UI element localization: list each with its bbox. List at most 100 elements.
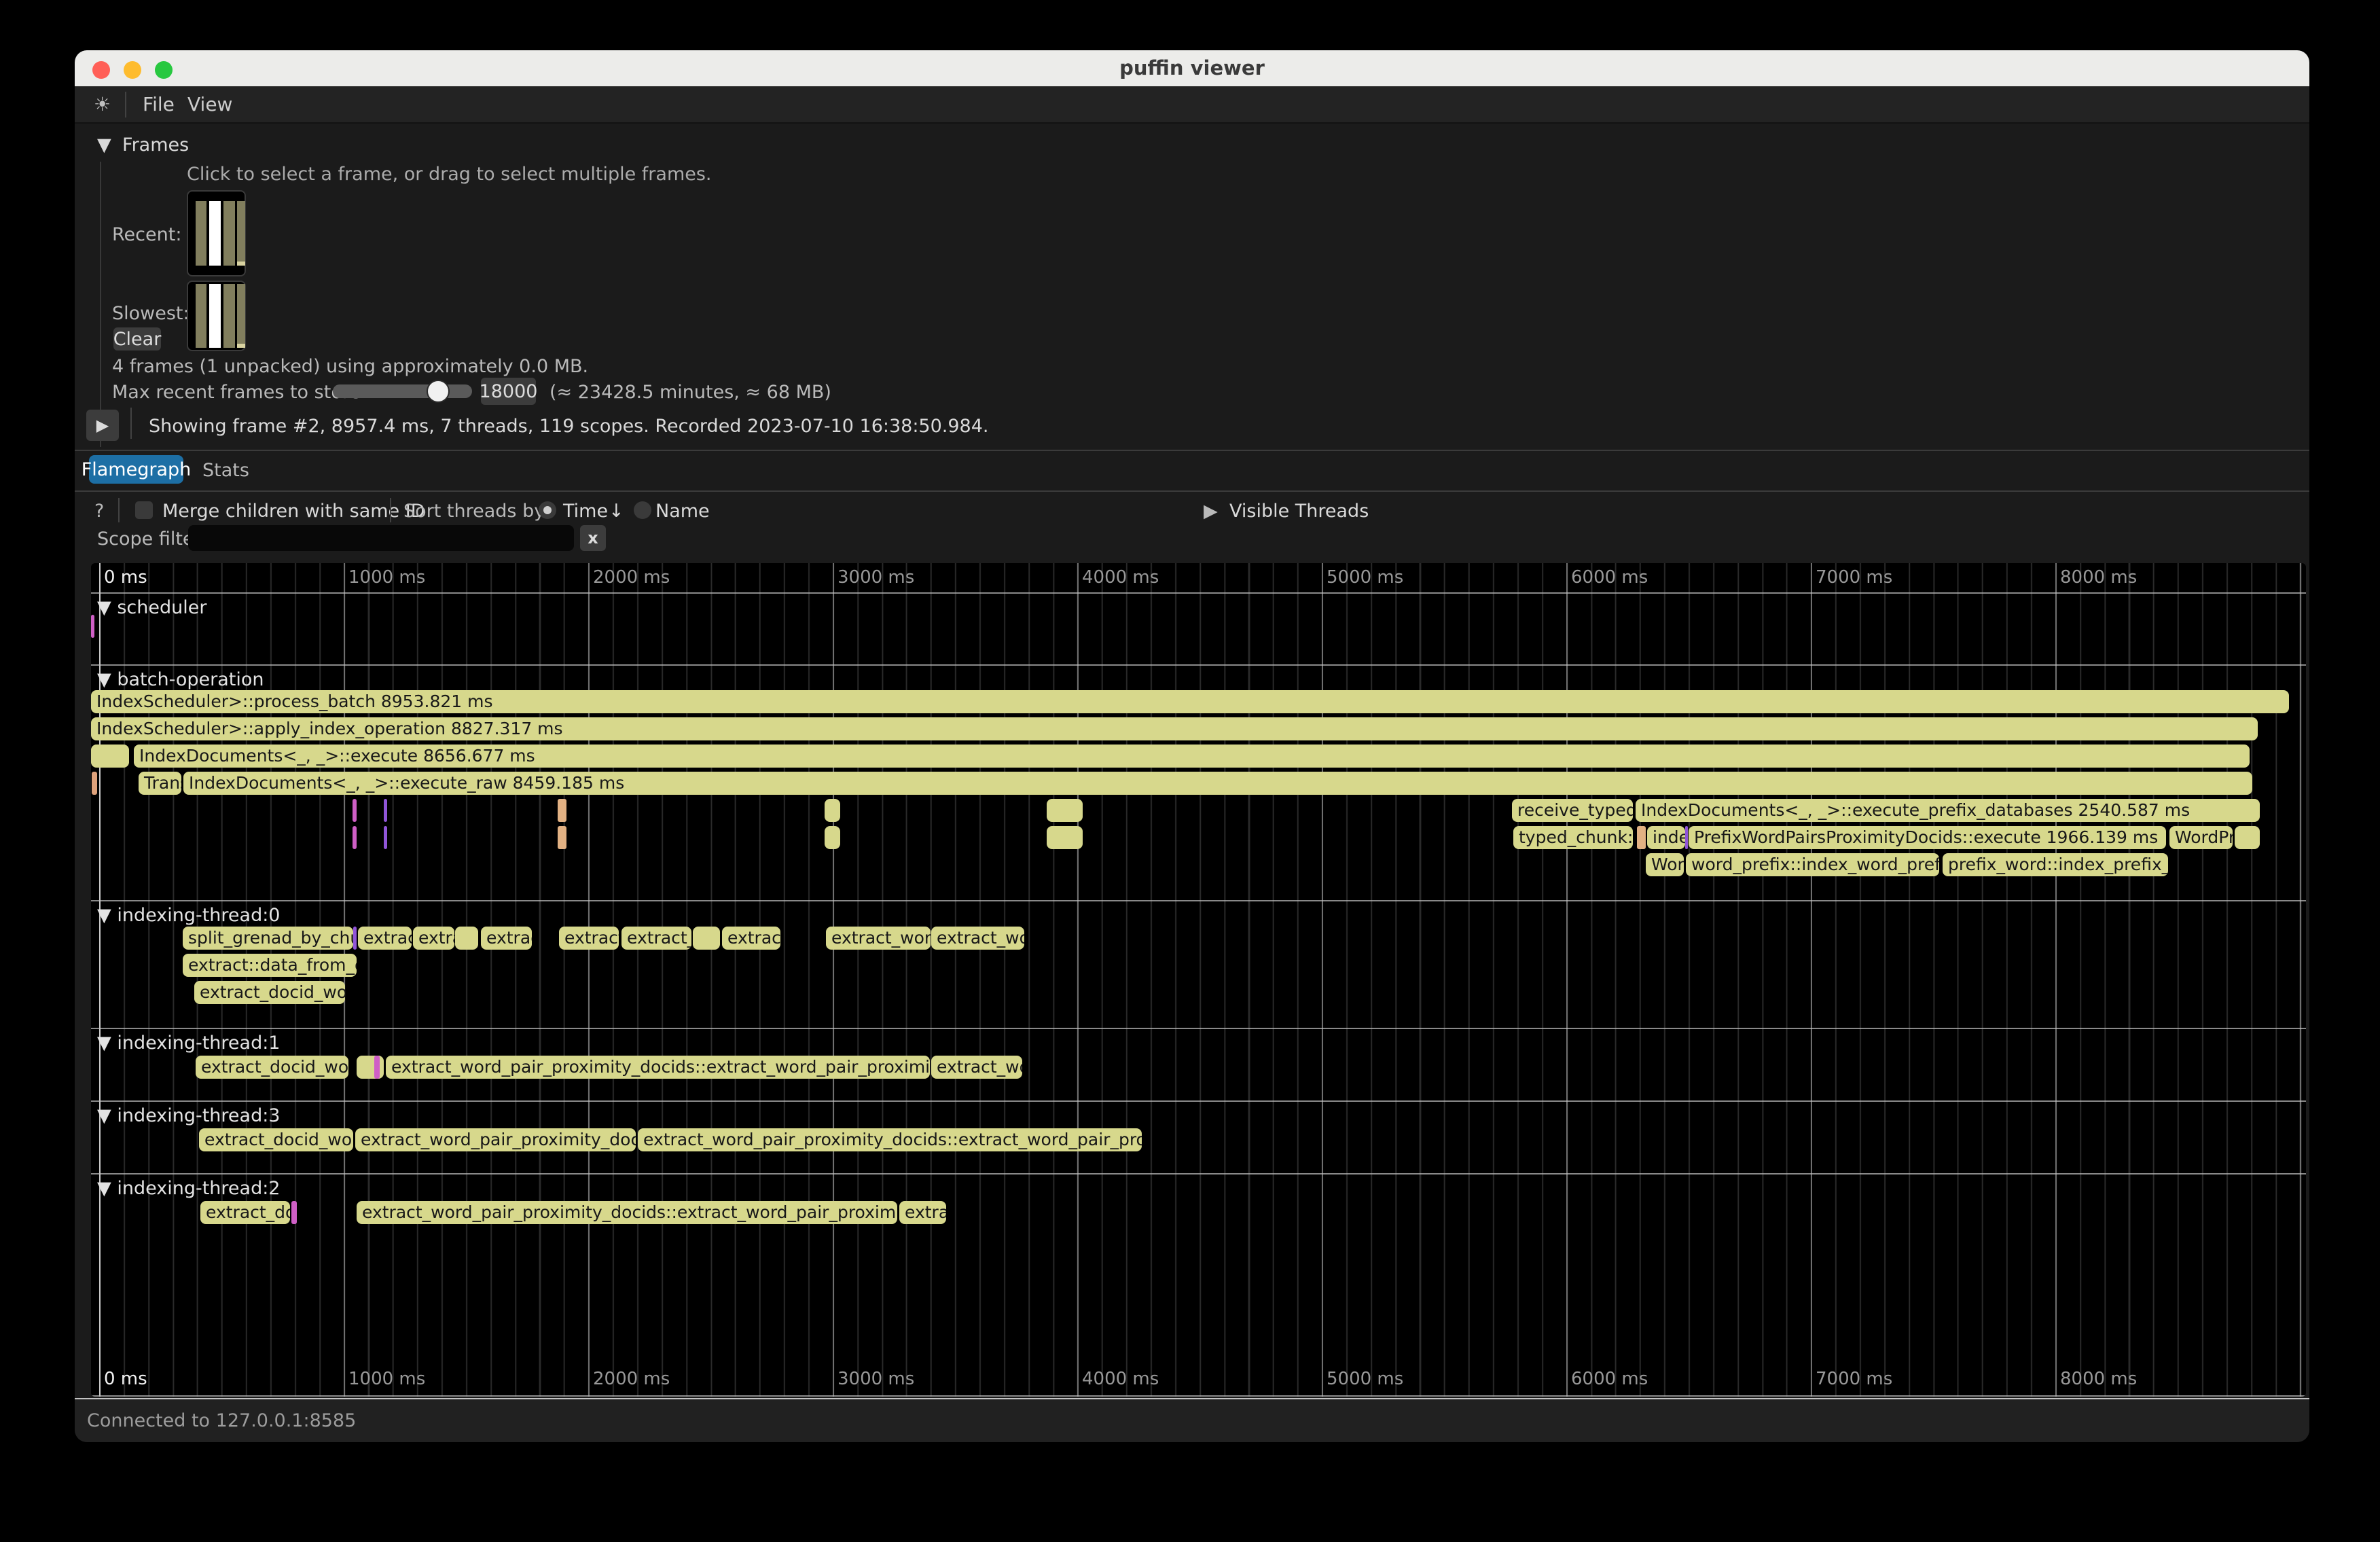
scope-bar[interactable] <box>2235 826 2260 849</box>
play-button[interactable]: ▶ <box>86 410 119 441</box>
merge-children-checkbox[interactable] <box>135 501 153 519</box>
scope-bar[interactable]: typed_chunk::w <box>1513 826 1633 849</box>
frame-bar[interactable] <box>196 284 206 348</box>
thread-section-label[interactable]: ▼ indexing-thread:0 <box>97 905 281 926</box>
scope-bar[interactable] <box>374 1056 380 1079</box>
thread-section-label[interactable]: ▼ batch-operation <box>97 669 264 690</box>
scope-bar[interactable] <box>384 799 387 822</box>
scope-bar[interactable] <box>1047 826 1083 849</box>
sort-time-label[interactable]: Time <box>563 501 608 522</box>
scope-bar[interactable]: IndexDocuments<_, _>::execute 8656.677 m… <box>134 745 2250 768</box>
frame-bar[interactable] <box>223 201 235 266</box>
frame-bar[interactable] <box>237 284 245 348</box>
scope-bar[interactable]: WordPr <box>2169 826 2233 849</box>
scope-bar[interactable]: extra <box>413 927 454 950</box>
scope-bar[interactable]: extract <box>358 927 412 950</box>
scope-bar[interactable]: IndexScheduler>::apply_index_operation 8… <box>91 717 2258 740</box>
scope-bar[interactable]: extract_word_pair_proximity_docids::extr… <box>638 1128 1142 1151</box>
thread-section-label[interactable]: ▼ indexing-thread:2 <box>97 1178 281 1199</box>
scope-bar[interactable] <box>1685 826 1688 849</box>
scope-bar[interactable] <box>91 745 129 768</box>
minimize-window-button[interactable] <box>124 61 141 79</box>
scope-bar[interactable]: split_grenad_by_chun <box>183 927 353 950</box>
menu-file[interactable]: File <box>143 86 175 122</box>
scope-bar[interactable] <box>825 826 840 849</box>
scope-bar[interactable]: extract_ <box>621 927 691 950</box>
scope-bar[interactable] <box>92 772 97 795</box>
scope-bar[interactable]: extract::data_from_ob <box>183 954 357 977</box>
frame-bar-selected[interactable] <box>209 284 221 348</box>
scope-bar[interactable]: extract_docid_word <box>194 981 345 1004</box>
sort-name-label[interactable]: Name <box>655 501 710 522</box>
scope-bar[interactable]: Trans <box>139 772 181 795</box>
scope-bar[interactable]: extract_ <box>559 927 619 950</box>
zoom-window-button[interactable] <box>155 61 173 79</box>
scope-bar[interactable] <box>825 799 840 822</box>
tab-flamegraph[interactable]: Flamegraph <box>89 455 183 484</box>
scope-bar[interactable]: extract_wo <box>931 927 1024 950</box>
scope-bar[interactable]: prefix_word::index_prefix_wo <box>1943 853 2168 876</box>
close-window-button[interactable] <box>92 61 110 79</box>
sort-name-radio[interactable] <box>634 501 651 519</box>
scope-bar[interactable]: IndexScheduler>::process_batch 8953.821 … <box>91 690 2289 713</box>
scope-bar[interactable] <box>1637 826 1646 849</box>
scope-bar[interactable]: extrac <box>481 927 532 950</box>
scope-bar[interactable] <box>291 1201 297 1224</box>
max-frames-slider[interactable] <box>333 384 472 398</box>
thread-section-label[interactable]: ▼ indexing-thread:1 <box>97 1033 281 1054</box>
scope-bar[interactable]: extract_word <box>826 927 931 950</box>
scope-bar[interactable] <box>384 826 387 849</box>
frames-collapse-triangle[interactable]: ▼ <box>97 135 111 156</box>
scope-bar[interactable]: receive_typed_ <box>1512 799 1633 822</box>
scope-bar[interactable]: extract <box>722 927 780 950</box>
thread-section-label[interactable]: ▼ indexing-thread:3 <box>97 1105 281 1126</box>
frame-bar-selected[interactable] <box>209 201 221 266</box>
scope-bar[interactable]: extract_doc <box>200 1201 290 1224</box>
sort-time-radio[interactable] <box>539 501 556 519</box>
menu-view[interactable]: View <box>187 86 232 122</box>
theme-sun-icon[interactable]: ☀ <box>94 86 111 122</box>
flamegraph-canvas[interactable]: 0 ms0 ms1000 ms1000 ms2000 ms2000 ms3000… <box>91 563 2306 1397</box>
max-frames-value[interactable]: 18000 <box>481 378 536 405</box>
sort-direction-arrow-icon[interactable]: ↓ <box>609 501 624 522</box>
scope-bar[interactable] <box>558 826 566 849</box>
frames-section-header[interactable]: Frames <box>122 135 189 156</box>
scope-bar[interactable]: index <box>1647 826 1685 849</box>
tab-stats[interactable]: Stats <box>202 460 249 481</box>
scope-bar[interactable] <box>558 799 566 822</box>
scope-bar[interactable] <box>91 615 94 638</box>
scope-bar[interactable] <box>353 799 357 822</box>
scope-bar[interactable]: extract_docid_word <box>196 1056 348 1079</box>
scope-bar[interactable]: extract_docid_word <box>199 1128 353 1151</box>
axis-tick-label: 1000 ms <box>348 567 425 588</box>
help-button[interactable]: ? <box>94 501 104 522</box>
frame-bar[interactable] <box>237 201 245 266</box>
scope-bar[interactable]: PrefixWordPairsProximityDocids::execute … <box>1689 826 2166 849</box>
thread-section-label[interactable]: ▼ scheduler <box>97 597 206 618</box>
slowest-frames-thumbnail[interactable] <box>187 281 246 351</box>
visible-threads-header[interactable]: Visible Threads <box>1229 501 1369 522</box>
scope-bar[interactable]: IndexDocuments<_, _>::execute_prefix_dat… <box>1636 799 2260 822</box>
scope-bar[interactable]: extract_word_pair_proximity_docids::extr… <box>357 1201 897 1224</box>
scope-bar[interactable] <box>353 826 357 849</box>
scope-bar[interactable] <box>353 927 357 950</box>
scope-bar[interactable]: extract_word_pair_proximity_docids <box>355 1128 636 1151</box>
clear-filter-button[interactable]: x <box>580 525 606 551</box>
scope-bar[interactable]: extract_wo <box>931 1056 1022 1079</box>
clear-button[interactable]: Clear <box>113 327 161 351</box>
scope-bar[interactable]: IndexDocuments<_, _>::execute_raw 8459.1… <box>183 772 2252 795</box>
frame-bar[interactable] <box>196 201 206 266</box>
scope-bar[interactable]: Word <box>1646 853 1684 876</box>
scope-bar[interactable]: word_prefix::index_word_prefix_ <box>1686 853 1939 876</box>
scope-bar[interactable] <box>693 927 720 950</box>
scope-bar[interactable] <box>455 927 478 950</box>
scope-bar[interactable] <box>1047 799 1083 822</box>
visible-threads-triangle[interactable]: ▶ <box>1204 501 1218 522</box>
recent-frames-thumbnail[interactable] <box>187 190 246 276</box>
max-frames-slider-knob[interactable] <box>427 380 450 403</box>
scope-bar[interactable]: extrac <box>899 1201 946 1224</box>
scope-bar[interactable]: extract_word_pair_proximity_docids::extr… <box>386 1056 930 1079</box>
frame-bar[interactable] <box>223 284 235 348</box>
scope-filter-input[interactable] <box>188 525 574 551</box>
scope-bar[interactable] <box>357 1056 384 1079</box>
